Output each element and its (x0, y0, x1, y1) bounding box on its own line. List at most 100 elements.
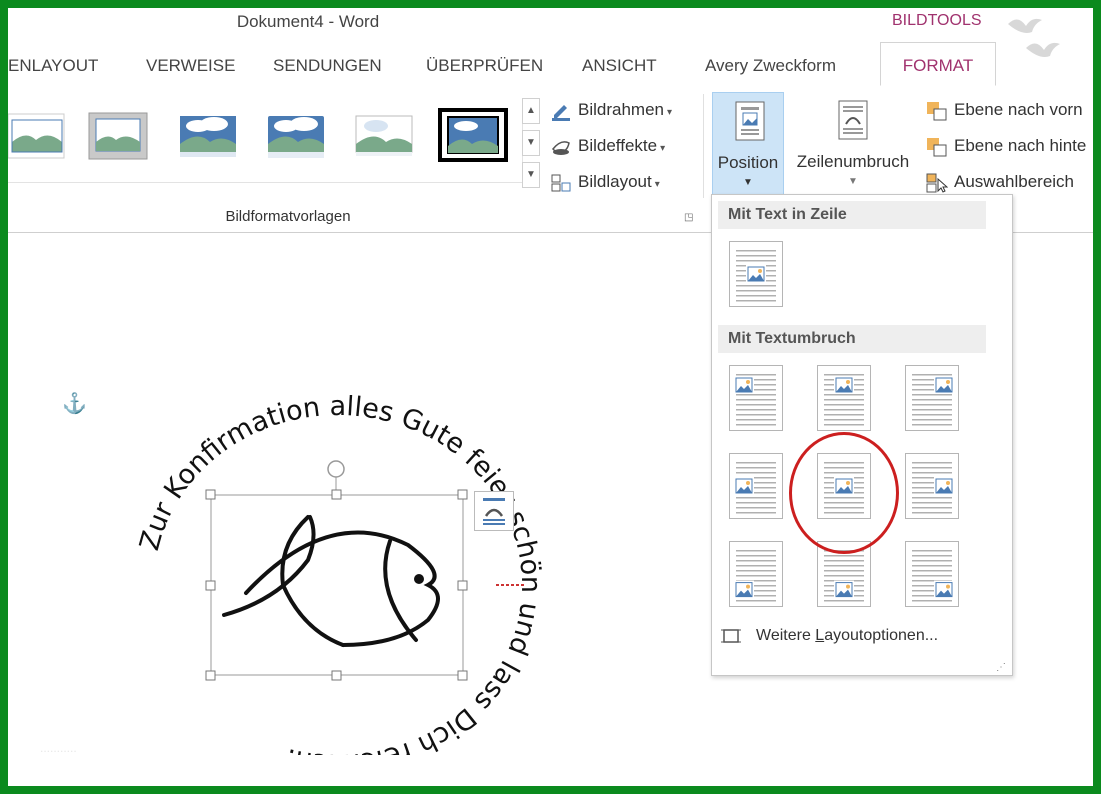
layout-options-icon (721, 629, 741, 643)
picture-style-3[interactable] (178, 112, 238, 160)
position-option-top-center[interactable] (817, 365, 871, 431)
tab-format-label: FORMAT (902, 56, 974, 75)
picture-style-5[interactable] (354, 112, 414, 160)
picture-style-1[interactable] (8, 112, 66, 160)
ribbon-tab-bar: ENLAYOUT VERWEISE SENDUNGEN ÜBERPRÜFEN A… (8, 42, 1093, 87)
position-option-inline[interactable] (729, 241, 783, 307)
chevron-down-icon: ▼ (743, 177, 753, 188)
bring-forward-icon (927, 101, 947, 121)
gallery-scroll-up-button[interactable]: ▲ (522, 98, 540, 124)
selection-pane-label: Auswahlbereich (954, 172, 1075, 191)
position-icon (735, 101, 765, 141)
effects-icon (551, 140, 570, 155)
layout-options-button[interactable] (474, 491, 514, 531)
picture-layout-label: Bildlayout (578, 172, 652, 191)
tab-format[interactable]: FORMAT (880, 42, 996, 86)
contextual-tab-group-label: BILDTOOLS (892, 12, 982, 29)
picture-effects-label: Bildeffekte (578, 136, 658, 155)
circular-text: Zur Konfirmation alles Gute feier schön … (134, 395, 546, 755)
position-option-bottom-center[interactable] (817, 541, 871, 607)
send-backward-icon (927, 137, 947, 157)
position-option-middle-center[interactable] (817, 453, 871, 519)
tab-avery-zweckform[interactable]: Avery Zweckform (705, 56, 836, 76)
position-label: Position (717, 153, 779, 172)
more-options-suffix: ayoutoptionen... (824, 627, 939, 645)
picture-styles-group-label: Bildformatvorlagen (225, 208, 351, 225)
chevron-down-icon: ▾ (667, 107, 673, 118)
send-backward-label: Ebene nach hinte (954, 136, 1087, 155)
gallery-expand-button[interactable]: ▼ (522, 162, 540, 188)
bring-forward-label: Ebene nach vorn (954, 100, 1083, 119)
access-key-letter: L (815, 627, 825, 645)
tab-page-layout[interactable]: ENLAYOUT (8, 56, 98, 76)
page-preview-icon (824, 462, 864, 514)
resize-grip-icon[interactable]: ⋰ (996, 662, 1006, 673)
tab-references[interactable]: VERWEISE (146, 56, 235, 76)
tab-review[interactable]: ÜBERPRÜFEN (426, 56, 543, 76)
layout-options-icon (483, 498, 505, 525)
picture-style-6-black-frame[interactable] (438, 108, 508, 162)
resize-handle-w[interactable] (205, 580, 216, 591)
resize-handle-n[interactable] (331, 489, 342, 500)
inline-section-heading: Mit Text in Zeile (718, 201, 986, 229)
window-title: Dokument4 - Word (236, 12, 380, 31)
anchor-icon: ⚓ (62, 393, 87, 415)
more-layout-options-item[interactable]: Weitere Layoutoptionen... (720, 627, 938, 645)
bring-forward-button[interactable]: Ebene nach vorn (926, 100, 1083, 121)
position-option-middle-right[interactable] (905, 453, 959, 519)
gallery-scroll-down-button[interactable]: ▼ (522, 130, 540, 156)
position-option-bottom-right[interactable] (905, 541, 959, 607)
resize-handle-ne[interactable] (457, 489, 468, 500)
page-preview-icon (912, 374, 954, 426)
picture-layout-button[interactable]: Bildlayout ▾ (550, 172, 660, 193)
rotate-handle-icon[interactable] (327, 460, 345, 478)
tab-mailings[interactable]: SENDUNGEN (273, 56, 382, 76)
fish-eye (414, 574, 424, 584)
page-preview-icon (736, 250, 776, 302)
picture-style-2[interactable] (88, 112, 148, 160)
wrap-section-heading: Mit Textumbruch (718, 325, 986, 353)
circular-text-artwork[interactable]: Zur Konfirmation alles Gute feier schön … (128, 395, 548, 755)
picture-border-button[interactable]: Bildrahmen ▾ (550, 100, 672, 121)
dialog-launcher-icon[interactable]: ◳ (684, 212, 693, 223)
chevron-down-icon: ▾ (660, 143, 666, 154)
picture-border-label: Bildrahmen (578, 100, 664, 119)
picture-effects-button[interactable]: Bildeffekte ▾ (550, 136, 665, 157)
fish-drawing (222, 515, 440, 647)
selection-pane-button[interactable]: Auswahlbereich (926, 172, 1074, 193)
page-preview-icon (912, 462, 954, 514)
chevron-down-icon: ▾ (654, 179, 660, 190)
resize-handle-e[interactable] (457, 580, 468, 591)
watermark-text: ........... (40, 741, 77, 755)
resize-handle-se[interactable] (457, 670, 468, 681)
tab-view[interactable]: ANSICHT (582, 56, 657, 76)
more-layout-options-label: Weitere Layoutoptionen... (756, 627, 938, 644)
wrap-text-label: Zeilenumbruch (796, 152, 910, 171)
pencil-border-icon (552, 104, 570, 121)
wrap-text-button[interactable]: Zeilenumbruch ▼ (788, 92, 918, 200)
page-preview-icon (824, 550, 864, 602)
page-preview-icon (734, 462, 776, 514)
position-option-middle-left[interactable] (729, 453, 783, 519)
page-preview-icon (824, 374, 864, 426)
position-option-top-left[interactable] (729, 365, 783, 431)
resize-handle-sw[interactable] (205, 670, 216, 681)
page-preview-icon (912, 550, 954, 602)
chevron-down-icon: ▼ (848, 176, 858, 187)
picture-layout-icon (551, 174, 571, 192)
wrap-text-icon (838, 100, 868, 140)
position-dropdown-menu: Mit Text in Zeile Mit Textumbruch Weiter… (711, 194, 1013, 676)
resize-handle-s[interactable] (331, 670, 342, 681)
position-option-bottom-left[interactable] (729, 541, 783, 607)
position-button[interactable]: Position ▼ (712, 92, 784, 200)
word-window: Dokument4 - Word BILDTOOLS ENLAYOUT VERW… (8, 8, 1093, 786)
page-preview-icon (734, 374, 776, 426)
picture-style-4[interactable] (266, 112, 326, 160)
send-backward-button[interactable]: Ebene nach hinte (926, 136, 1086, 157)
selection-pane-icon (926, 173, 948, 193)
page-preview-icon (734, 550, 776, 602)
resize-handle-nw[interactable] (205, 489, 216, 500)
picture-styles-gallery (8, 102, 523, 183)
title-bar: Dokument4 - Word BILDTOOLS (8, 8, 1093, 57)
position-option-top-right[interactable] (905, 365, 959, 431)
